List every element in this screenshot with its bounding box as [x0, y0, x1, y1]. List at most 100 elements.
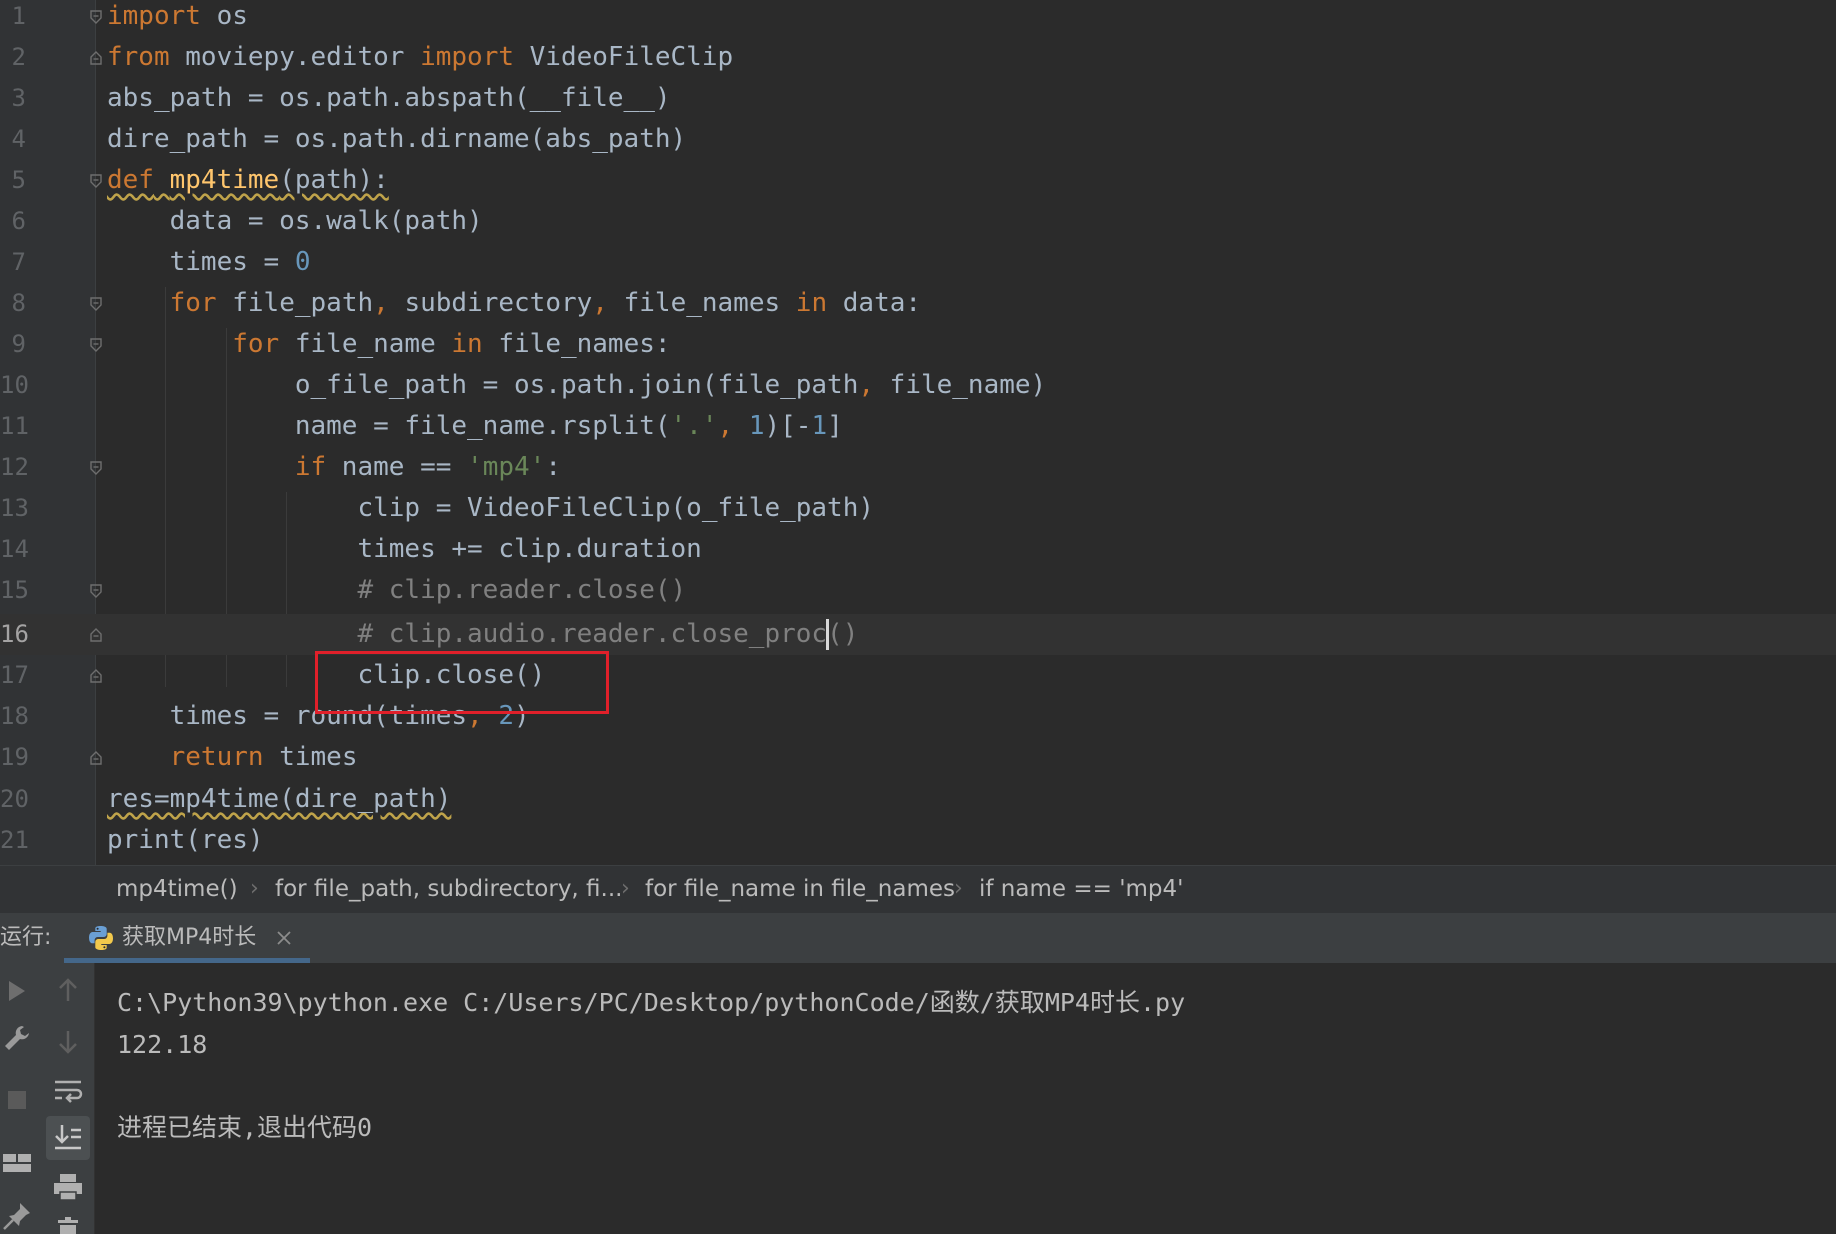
code-text: def mp4time(path): — [107, 165, 389, 195]
code-line[interactable]: 2 from moviepy.editor import VideoFileCl… — [0, 37, 1836, 78]
code-editor[interactable]: 1 import os 2 from moviepy.editor import… — [0, 0, 1836, 865]
text-caret — [826, 619, 829, 650]
line-number: 7 — [11, 248, 26, 276]
soft-wrap-icon[interactable] — [50, 1072, 86, 1108]
code-text: # clip.reader.close() — [357, 575, 687, 605]
breadcrumb-separator: › — [621, 876, 630, 901]
line-number: 8 — [11, 289, 26, 317]
console-command-line: C:\Python39\python.exe C:/Users/PC/Deskt… — [117, 988, 1186, 1017]
code-text: times = 0 — [107, 247, 311, 277]
line-number: 12 — [0, 453, 29, 481]
line-number: 3 — [11, 84, 26, 112]
close-icon[interactable] — [274, 928, 294, 948]
code-line[interactable]: 6 data = os.walk(path) — [0, 201, 1836, 242]
breadcrumb: mp4time() › for file_path, subdirectory,… — [0, 865, 1836, 913]
code-line[interactable]: 3 abs_path = os.path.abspath(__file__) — [0, 78, 1836, 119]
code-line[interactable]: 11 name = file_name.rsplit('.', 1)[-1] — [0, 406, 1836, 447]
fold-start-icon[interactable] — [88, 9, 104, 25]
line-number: 13 — [0, 494, 29, 522]
code-text: res=mp4time(dire_path) — [107, 784, 452, 814]
run-tool-window-header: 运行: 获取MP4时长 — [0, 913, 1836, 963]
scroll-to-end-icon — [55, 1125, 81, 1150]
console-exit-message: 进程已结束,退出代码0 — [117, 1113, 373, 1142]
breadcrumb-item[interactable]: if name == 'mp4' — [979, 866, 1183, 912]
play-icon[interactable] — [0, 973, 36, 1009]
code-line[interactable]: 5 def mp4time(path): — [0, 160, 1836, 201]
line-number: 9 — [11, 330, 26, 358]
line-number: 19 — [0, 743, 29, 771]
code-text: abs_path = os.path.abspath(__file__) — [107, 83, 671, 113]
code-text: print(res) — [107, 825, 264, 855]
scroll-to-end-toggle[interactable] — [46, 1116, 90, 1160]
code-text: clip = VideoFileClip(o_file_path) — [107, 493, 875, 523]
line-number: 4 — [11, 125, 26, 153]
run-tab-label: 获取MP4时长 — [122, 925, 257, 950]
trash-icon[interactable] — [50, 1215, 86, 1234]
print-icon[interactable] — [50, 1169, 86, 1205]
code-line[interactable]: 12 if name == 'mp4': — [0, 447, 1836, 488]
code-line[interactable]: 8 for file_path, subdirectory, file_name… — [0, 283, 1836, 324]
breadcrumb-item[interactable]: for file_name in file_names — [645, 866, 955, 912]
line-number: 18 — [0, 702, 29, 730]
line-number: 15 — [0, 576, 29, 604]
breadcrumb-separator: › — [250, 876, 259, 901]
code-line[interactable]: 4 dire_path = os.path.dirname(abs_path) — [0, 119, 1836, 160]
arrow-up-icon[interactable] — [50, 973, 86, 1009]
line-number: 16 — [0, 620, 29, 648]
run-toolbar — [0, 963, 95, 1234]
console-output-line: 122.18 — [117, 1030, 208, 1059]
arrow-down-icon[interactable] — [50, 1023, 86, 1059]
run-console-output[interactable]: C:\Python39\python.exe C:/Users/PC/Deskt… — [95, 963, 1836, 1234]
code-text: for file_path, subdirectory, file_names … — [169, 288, 922, 318]
code-line[interactable]: 7 times = 0 — [0, 242, 1836, 283]
code-line[interactable]: 19 return times — [0, 737, 1836, 778]
code-text: from moviepy.editor import VideoFileClip — [107, 42, 734, 72]
code-line[interactable]: 15 # clip.reader.close() — [0, 570, 1836, 611]
line-number: 2 — [11, 43, 26, 71]
annotation-highlight-box — [315, 651, 609, 714]
fold-start-icon[interactable] — [88, 173, 104, 189]
fold-end-icon[interactable] — [88, 627, 104, 643]
code-text: data = os.walk(path) — [107, 206, 483, 236]
fold-end-icon[interactable] — [88, 750, 104, 766]
fold-start-icon[interactable] — [88, 460, 104, 476]
run-label: 运行: — [0, 925, 52, 950]
fold-start-icon[interactable] — [88, 583, 104, 599]
line-number: 5 — [11, 166, 26, 194]
line-number: 1 — [11, 2, 26, 30]
code-text: for file_name in file_names: — [232, 329, 671, 359]
code-line[interactable]: 20 res=mp4time(dire_path) — [0, 779, 1836, 820]
breadcrumb-item[interactable]: for file_path, subdirectory, fi... — [275, 866, 622, 912]
breadcrumb-separator: › — [954, 876, 963, 901]
code-line[interactable]: 21 print(res) — [0, 820, 1836, 861]
line-number: 11 — [0, 412, 29, 440]
stop-icon[interactable] — [0, 1082, 36, 1118]
code-line[interactable]: 10 o_file_path = os.path.join(file_path,… — [0, 365, 1836, 406]
wrench-icon[interactable] — [0, 1020, 36, 1056]
line-number: 10 — [0, 371, 29, 399]
code-line-current[interactable]: 16 # clip.audio.reader.close_proc() — [0, 614, 1836, 655]
code-line[interactable]: 14 times += clip.duration — [0, 529, 1836, 570]
fold-start-icon[interactable] — [88, 296, 104, 312]
code-line[interactable]: 17 clip.close() — [0, 655, 1836, 696]
code-line[interactable]: 1 import os — [0, 0, 1836, 37]
code-text: times += clip.duration — [107, 534, 702, 564]
line-number: 17 — [0, 661, 29, 689]
layout-icon[interactable] — [0, 1145, 36, 1181]
line-number: 6 — [11, 207, 26, 235]
fold-start-icon[interactable] — [88, 337, 104, 353]
line-number: 14 — [0, 535, 29, 563]
code-text: dire_path = os.path.dirname(abs_path) — [107, 124, 687, 154]
fold-end-icon[interactable] — [88, 668, 104, 684]
line-number: 20 — [0, 785, 29, 813]
code-text: if name == 'mp4': — [294, 452, 561, 482]
code-line[interactable]: 13 clip = VideoFileClip(o_file_path) — [0, 488, 1836, 529]
pin-icon[interactable] — [0, 1199, 36, 1234]
code-text: o_file_path = os.path.join(file_path, fi… — [107, 370, 1047, 400]
breadcrumb-item[interactable]: mp4time() — [116, 866, 238, 912]
code-line[interactable]: 18 times = round(times, 2) — [0, 696, 1836, 737]
run-tab[interactable]: 获取MP4时长 — [64, 913, 310, 963]
fold-end-icon[interactable] — [88, 50, 104, 66]
ide-window: 1 import os 2 from moviepy.editor import… — [0, 0, 1836, 1234]
code-line[interactable]: 9 for file_name in file_names: — [0, 324, 1836, 365]
